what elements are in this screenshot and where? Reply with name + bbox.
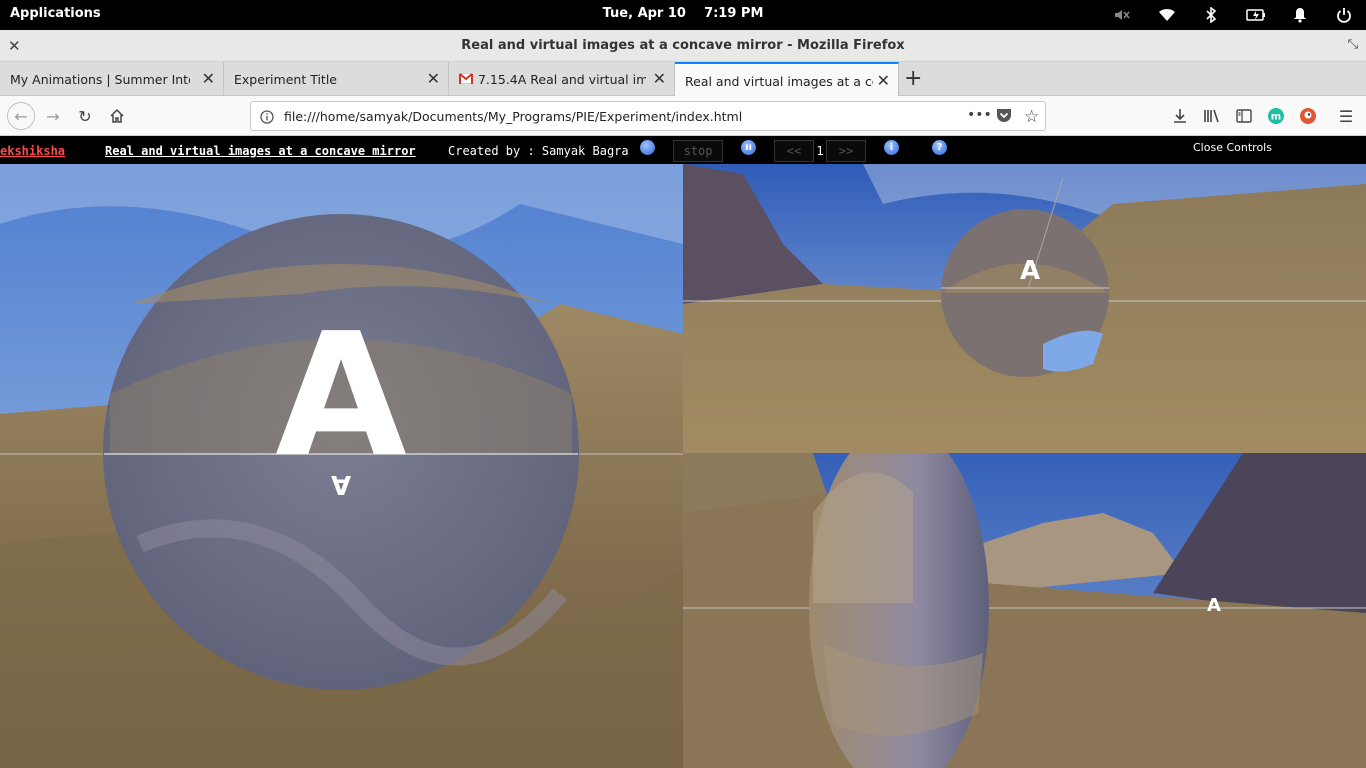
tab-label: 7.15.4A Real and virtual imag [477, 72, 646, 87]
stop-button[interactable]: stop [673, 140, 723, 162]
downloads-icon[interactable] [1168, 104, 1192, 128]
tab-label: Experiment Title [234, 72, 337, 87]
svg-text:m: m [1271, 112, 1281, 123]
system-top-bar: Applications Tue, Apr 10 7:19 PM [0, 0, 1366, 30]
help-icon[interactable]: ? [932, 140, 947, 155]
extension-duckduckgo-icon[interactable] [1296, 104, 1320, 128]
clock[interactable]: Tue, Apr 10 7:19 PM [603, 6, 764, 21]
site-info-icon[interactable] [260, 109, 274, 128]
reload-icon[interactable]: ↻ [73, 104, 97, 128]
tab-active-concave-mirror[interactable]: Real and virtual images at a conca ✕ [675, 62, 899, 97]
tab-experiment-title[interactable]: Experiment Title ✕ [224, 62, 449, 96]
main-viewport[interactable]: A A [0, 164, 683, 768]
concave-mirror-small [941, 209, 1109, 377]
pause-button[interactable]: ıı [741, 140, 756, 155]
page-actions-icon[interactable]: ••• [967, 107, 992, 123]
forward-icon[interactable]: → [41, 104, 65, 128]
volume-muted-icon[interactable] [1112, 5, 1132, 25]
close-controls-button[interactable]: Close Controls [1193, 141, 1272, 154]
step-value: 1 [814, 140, 826, 162]
object-letter: A [275, 297, 407, 495]
tab-close-icon[interactable]: ✕ [202, 69, 215, 88]
new-tab-icon[interactable]: + [904, 66, 922, 91]
ekshiksha-link[interactable]: ekshiksha [0, 144, 65, 158]
extension-m-icon[interactable]: m [1264, 104, 1288, 128]
concave-mirror-edge [809, 453, 989, 768]
battery-icon[interactable] [1246, 5, 1266, 25]
side-viewport-top[interactable]: A [683, 164, 1366, 453]
prev-step-button[interactable]: << [774, 140, 814, 162]
window-title-bar: ✕ Real and virtual images at a concave m… [0, 30, 1366, 62]
object-letter-bottom: A [1207, 595, 1221, 616]
library-icon[interactable] [1200, 104, 1224, 128]
window-title: Real and virtual images at a concave mir… [461, 38, 905, 53]
wifi-icon[interactable] [1157, 5, 1177, 25]
back-icon[interactable]: ← [7, 102, 35, 130]
applications-menu[interactable]: Applications [10, 6, 101, 21]
tab-label: Real and virtual images at a conca [685, 74, 873, 89]
power-icon[interactable] [1334, 5, 1354, 25]
image-letter: A [331, 469, 351, 499]
url-text[interactable]: file:///home/samyak/Documents/My_Program… [284, 109, 742, 124]
bookmark-star-icon[interactable]: ☆ [1024, 107, 1039, 127]
home-icon[interactable] [105, 104, 129, 128]
navigation-toolbar: ← → ↻ file:///home/samyak/Documents/My_P… [0, 96, 1366, 136]
pocket-icon[interactable] [996, 108, 1012, 127]
creator-credit: Created by : Samyak Bagra [448, 144, 629, 158]
tab-close-icon[interactable]: ✕ [877, 71, 890, 90]
gmail-icon [459, 72, 474, 87]
sidebar-icon[interactable] [1232, 104, 1256, 128]
experiment-control-bar: ekshiksha Real and virtual images at a c… [0, 137, 1366, 164]
side-viewport-bottom[interactable]: A [683, 453, 1366, 768]
url-bar[interactable]: file:///home/samyak/Documents/My_Program… [250, 101, 1046, 131]
start-button[interactable] [640, 140, 655, 155]
next-step-button[interactable]: >> [826, 140, 866, 162]
tab-close-icon[interactable]: ✕ [427, 69, 440, 88]
tab-close-icon[interactable]: ✕ [653, 69, 666, 88]
notification-bell-icon[interactable] [1290, 5, 1310, 25]
window-restore-icon[interactable]: ⤡ [1348, 37, 1358, 52]
bluetooth-icon[interactable] [1201, 5, 1221, 25]
tab-gmail[interactable]: 7.15.4A Real and virtual imag ✕ [449, 62, 675, 96]
experiment-title: Real and virtual images at a concave mir… [105, 144, 416, 158]
object-letter-top: A [1020, 256, 1040, 286]
hamburger-menu-icon[interactable]: ☰ [1334, 104, 1358, 128]
tab-label: My Animations | Summer Interns [10, 72, 190, 87]
info-icon[interactable]: i [884, 140, 899, 155]
tab-strip: My Animations | Summer Interns ✕ Experim… [0, 62, 1366, 97]
tab-my-animations[interactable]: My Animations | Summer Interns ✕ [0, 62, 224, 96]
